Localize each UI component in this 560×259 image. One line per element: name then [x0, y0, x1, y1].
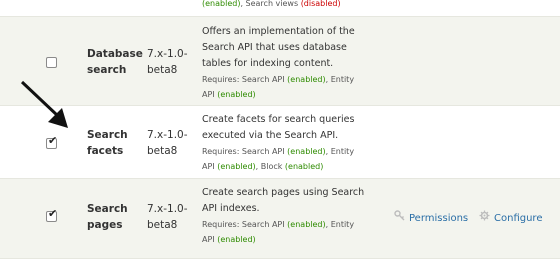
description-line: API indexes.: [202, 203, 260, 214]
status-enabled: (enabled): [287, 220, 326, 229]
description-line: Create facets for search queries: [202, 114, 355, 125]
module-name: Search facets: [87, 127, 142, 159]
permissions-link[interactable]: Permissions: [394, 210, 468, 226]
module-requires-line2: API (enabled): [202, 87, 382, 102]
module-enable-checkbox[interactable]: [46, 57, 57, 68]
status-enabled: (enabled): [284, 162, 324, 171]
module-row-search-facets: ✔ Search facets 7.x-1.0- beta8 Create fa…: [0, 106, 560, 179]
requires-text: API: [202, 235, 218, 244]
requires-text: , Search views: [240, 0, 301, 8]
module-version-line: 7.x-1.0-: [147, 48, 188, 60]
requires-text: API: [202, 90, 218, 99]
module-requires: Requires: Search API (enabled), Entity: [202, 72, 382, 87]
module-row-database-search: Database search 7.x-1.0- beta8 Offers an…: [0, 17, 560, 106]
module-version-line: 7.x-1.0-: [147, 203, 188, 215]
configure-link[interactable]: Configure: [479, 210, 542, 226]
module-requires: Requires: Search API (enabled), Entity: [202, 217, 382, 232]
module-name-line: facets: [87, 145, 124, 157]
requires-text: , Entity: [325, 75, 355, 84]
module-name-line: Search: [87, 203, 128, 215]
checkmark-icon: ✔: [48, 207, 58, 220]
module-requires: Requires: Search API (enabled), Entity: [202, 144, 382, 159]
module-version: 7.x-1.0- beta8: [147, 201, 197, 233]
description-line: tables for indexing content.: [202, 58, 334, 69]
module-version-line: beta8: [147, 145, 178, 157]
status-enabled: (enabled): [217, 162, 256, 171]
module-name-line: Database: [87, 48, 143, 60]
status-enabled: (enabled): [217, 235, 256, 244]
module-description: Offers an implementation of the Search A…: [202, 24, 382, 102]
requires-label: Requires: Search API: [202, 147, 288, 156]
module-description: Create search pages using Search API ind…: [202, 185, 382, 247]
module-requires-line2: API (enabled): [202, 232, 382, 247]
requires-label: Requires: Search API: [202, 75, 288, 84]
module-name: Search pages: [87, 201, 142, 233]
module-requires-line2: API (enabled), Block (enabled): [202, 159, 382, 174]
module-version: 7.x-1.0- beta8: [147, 127, 197, 159]
configure-label: Configure: [494, 213, 543, 224]
requires-text: , Block: [255, 162, 285, 171]
module-version: 7.x-1.0- beta8: [147, 46, 197, 78]
status-enabled: (enabled): [287, 147, 326, 156]
module-name-line: Search: [87, 129, 128, 141]
pointer-arrow-icon: [20, 80, 68, 128]
requires-label: Requires: Search API: [202, 220, 288, 229]
description-line: executed via the Search API.: [202, 130, 339, 141]
module-requires-partial: (enabled), Search views (disabled): [202, 0, 382, 12]
requires-text: , Entity: [325, 147, 355, 156]
status-enabled: (enabled): [202, 0, 241, 8]
module-version-line: beta8: [147, 219, 178, 231]
gear-icon: [479, 210, 490, 226]
module-name: Database search: [87, 46, 143, 78]
description-line: Offers an implementation of the: [202, 26, 355, 37]
module-row-partial: (enabled), Search views (disabled): [0, 0, 560, 17]
requires-text: API: [202, 162, 218, 171]
status-disabled: (disabled): [300, 0, 341, 8]
description-line: Search API that uses database: [202, 42, 347, 53]
module-name-line: search: [87, 64, 127, 76]
module-enable-checkbox[interactable]: ✔: [46, 135, 57, 149]
module-version-line: 7.x-1.0-: [147, 129, 188, 141]
status-enabled: (enabled): [217, 90, 256, 99]
module-enable-checkbox[interactable]: ✔: [46, 207, 58, 222]
status-enabled: (enabled): [287, 75, 326, 84]
key-icon: [394, 210, 405, 226]
module-description: Create facets for search queries execute…: [202, 112, 382, 174]
description-line: Create search pages using Search: [202, 187, 365, 198]
module-name-line: pages: [87, 219, 123, 231]
permissions-label: Permissions: [409, 213, 469, 224]
module-row-search-pages: ✔ Search pages 7.x-1.0- beta8 Create sea…: [0, 179, 560, 259]
requires-text: , Entity: [325, 220, 355, 229]
module-version-line: beta8: [147, 64, 178, 76]
